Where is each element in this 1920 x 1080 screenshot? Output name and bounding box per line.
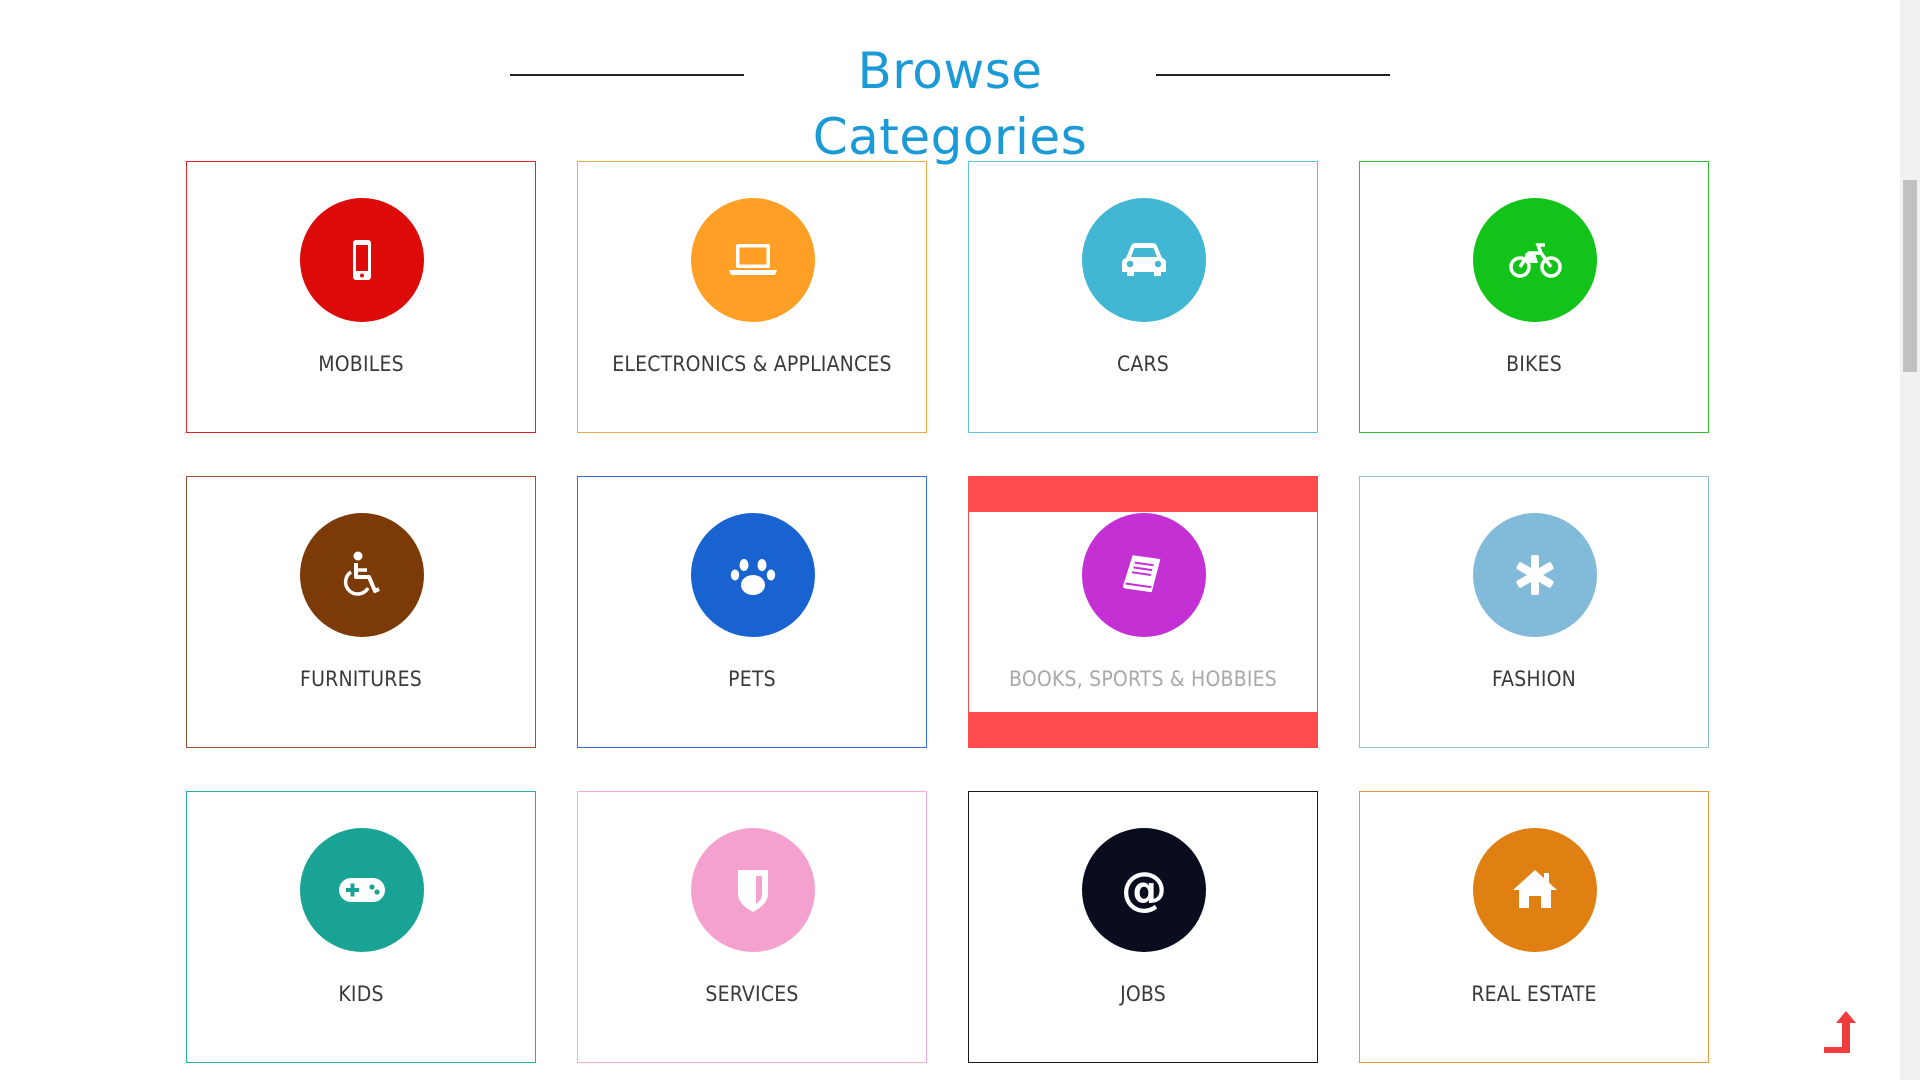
section-title: Browse Categories (812, 42, 1088, 166)
category-icon-circle (1473, 513, 1597, 637)
category-icon-circle (1473, 828, 1597, 952)
category-icon-circle (691, 828, 815, 952)
category-label: BIKES (1506, 352, 1562, 376)
arrow-up-icon (1824, 1011, 1856, 1053)
category-label: FURNITURES (300, 667, 422, 691)
home-icon (1513, 870, 1557, 908)
category-card-books-sports-hobbies[interactable]: BOOKS, SPORTS & HOBBIES (968, 476, 1318, 748)
category-icon-circle (300, 513, 424, 637)
laptop-icon (729, 244, 777, 275)
category-card-electronics-appliances[interactable]: ELECTRONICS & APPLIANCES (577, 161, 927, 433)
category-card-cars[interactable]: CARS (968, 161, 1318, 433)
heading-divider-left (510, 74, 744, 76)
category-label: BOOKS, SPORTS & HOBBIES (1009, 667, 1277, 691)
at-icon: @ (1121, 862, 1167, 916)
category-label: REAL ESTATE (1471, 982, 1597, 1006)
category-icon-circle (300, 198, 424, 322)
category-icon-circle (300, 828, 424, 952)
shield-icon (738, 870, 768, 912)
book-icon (1123, 555, 1161, 593)
paw-icon (730, 559, 776, 595)
category-label: ELECTRONICS & APPLIANCES (612, 352, 892, 376)
category-card-mobiles[interactable]: MOBILES (186, 161, 536, 433)
category-card-jobs[interactable]: @ JOBS (968, 791, 1318, 1063)
gamepad-icon (339, 878, 385, 902)
category-label: FASHION (1491, 667, 1577, 691)
car-icon (1122, 243, 1166, 276)
category-icon-circle (691, 198, 815, 322)
category-card-real-estate[interactable]: REAL ESTATE (1359, 791, 1709, 1063)
category-icon-circle (1082, 513, 1206, 637)
category-icon-circle: @ (1082, 828, 1206, 952)
section-header: Browse Categories (0, 38, 1900, 166)
category-icon-circle (1473, 198, 1597, 322)
category-card-furnitures[interactable]: FURNITURES (186, 476, 536, 748)
category-card-pets[interactable]: PETS (577, 476, 927, 748)
category-label: KIDS (338, 982, 384, 1006)
category-label: JOBS (1120, 982, 1166, 1006)
category-icon-circle (1082, 198, 1206, 322)
category-card-kids[interactable]: KIDS (186, 791, 536, 1063)
category-label: MOBILES (318, 352, 404, 376)
asterisk-icon (1516, 555, 1554, 595)
heading-divider-right (1156, 74, 1390, 76)
mobile-icon (353, 240, 371, 280)
category-card-services[interactable]: SERVICES (577, 791, 927, 1063)
category-card-fashion[interactable]: FASHION (1359, 476, 1709, 748)
back-to-top-button[interactable] (1818, 1009, 1858, 1053)
scrollbar[interactable] (1900, 0, 1920, 1080)
category-label: SERVICES (705, 982, 799, 1006)
category-label: PETS (728, 667, 776, 691)
scrollbar-thumb[interactable] (1903, 180, 1917, 372)
category-icon-circle (691, 513, 815, 637)
category-label: CARS (1116, 352, 1170, 376)
wheelchair-icon (343, 551, 380, 596)
bicycle-icon (1509, 243, 1562, 278)
svg-text:@: @ (1121, 862, 1167, 916)
hover-band-top (969, 477, 1317, 512)
category-card-bikes[interactable]: BIKES (1359, 161, 1709, 433)
hover-band-bottom (969, 712, 1317, 747)
page: Browse Categories MOBILES ELECTRONICS & A… (0, 0, 1920, 1080)
